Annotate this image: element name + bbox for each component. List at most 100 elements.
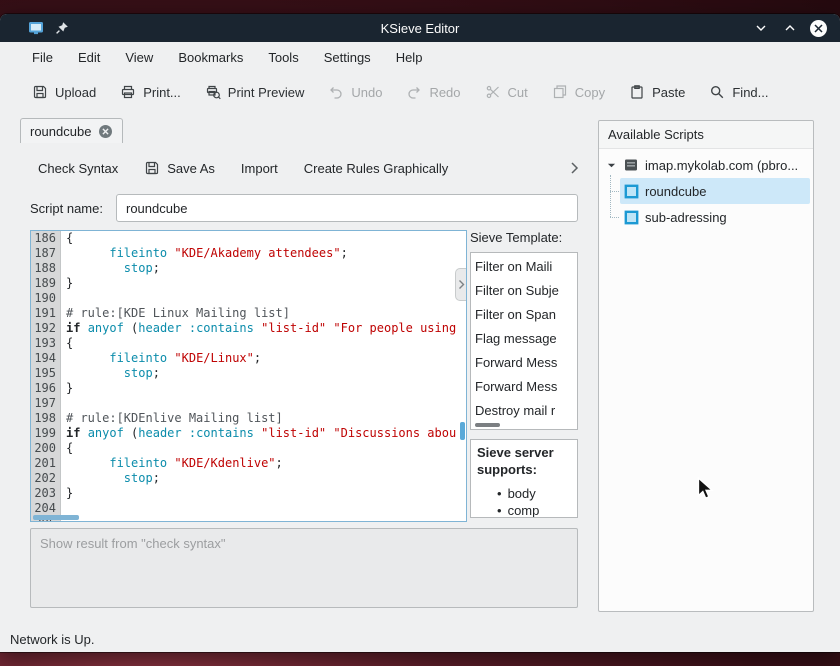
script-label: sub-adressing [645, 210, 727, 225]
floppy-icon [32, 84, 48, 100]
copy-icon [552, 84, 568, 100]
available-scripts-header: Available Scripts [599, 121, 813, 149]
line-number: 203 [31, 486, 56, 501]
toolbar-button-print-preview[interactable]: Print Preview [205, 84, 305, 100]
maximize-button[interactable] [781, 19, 799, 37]
line-number: 190 [31, 291, 56, 306]
editor-gutter[interactable]: 1861871881891901911921931941951961971981… [31, 231, 61, 521]
server-label: imap.mykolab.com (pbro... [645, 158, 798, 173]
line-number: 186 [31, 231, 56, 246]
floppy-icon [144, 160, 160, 176]
toolbar-overflow-chevron-icon[interactable] [569, 160, 580, 176]
supports-item-label: body [508, 486, 536, 501]
scissors-icon [485, 84, 501, 100]
check-syntax-result-area[interactable]: Show result from "check syntax" [30, 528, 578, 608]
minimize-button[interactable] [752, 19, 770, 37]
save-as-button[interactable]: Save As [144, 160, 215, 176]
editor-code[interactable]: { fileinto "KDE/Akademy attendees"; stop… [61, 231, 466, 521]
menu-tools[interactable]: Tools [268, 50, 298, 65]
tree-children: roundcube sub-adressing [599, 178, 813, 230]
toolbar-button-copy: Copy [552, 84, 605, 100]
menubar: File Edit View Bookmarks Tools Settings Help [0, 42, 840, 72]
script-name-row: Script name: [20, 194, 592, 222]
network-status-text: Network is Up. [10, 632, 95, 647]
editor-horizontal-scrollbar[interactable] [33, 515, 79, 520]
toolbar-button-redo: Redo [406, 84, 460, 100]
titlebar[interactable]: KSieve Editor [0, 14, 840, 42]
toolbar-button-find[interactable]: Find... [709, 84, 768, 100]
editor-action-row: Check Syntax Save As Import Create Rules… [20, 154, 592, 182]
line-number: 187 [31, 246, 56, 261]
script-name-input[interactable] [116, 194, 578, 222]
code-line-201: fileinto "KDE/Kdenlive"; [66, 456, 466, 471]
code-line-205 [66, 516, 466, 521]
toolbar-label: Find... [732, 85, 768, 100]
result-placeholder-text: Show result from "check syntax" [40, 536, 568, 551]
check-syntax-label: Check Syntax [38, 161, 118, 176]
redo-icon [406, 84, 422, 100]
menu-help[interactable]: Help [396, 50, 423, 65]
code-line-204 [66, 501, 466, 516]
supports-item-comp: •comp [477, 502, 571, 518]
import-label: Import [241, 161, 278, 176]
script-icon [624, 210, 639, 225]
menu-view[interactable]: View [125, 50, 153, 65]
tree-item-roundcube[interactable]: roundcube [620, 178, 810, 204]
template-item-2[interactable]: Filter on Span [475, 303, 577, 327]
editor-vertical-scrollbar[interactable] [460, 422, 465, 440]
line-number: 197 [31, 396, 56, 411]
check-syntax-button[interactable]: Check Syntax [38, 161, 118, 176]
line-number: 189 [31, 276, 56, 291]
toolbar-button-print[interactable]: Print... [120, 84, 181, 100]
template-list-horizontal-scrollbar[interactable] [475, 423, 500, 427]
tab-close-icon[interactable] [98, 124, 113, 139]
template-item-3[interactable]: Flag message [475, 327, 577, 351]
sieve-template-list[interactable]: Filter on MailiFilter on SubjeFilter on … [470, 252, 578, 430]
template-item-4[interactable]: Forward Mess [475, 351, 577, 375]
code-line-189: } [66, 276, 466, 291]
create-rules-button[interactable]: Create Rules Graphically [304, 161, 449, 176]
template-item-6[interactable]: Destroy mail r [475, 399, 577, 423]
menu-file[interactable]: File [32, 50, 53, 65]
script-label: roundcube [645, 184, 706, 199]
line-number: 199 [31, 426, 56, 441]
save-as-label: Save As [167, 161, 215, 176]
server-supports-box[interactable]: Sieve server supports: •body•comp [470, 439, 578, 518]
tab-roundcube[interactable]: roundcube [20, 118, 123, 143]
code-line-195: stop; [66, 366, 466, 381]
code-line-198: # rule:[KDEnlive Mailing list] [66, 411, 466, 426]
print-preview-icon [205, 84, 221, 100]
line-number: 188 [31, 261, 56, 276]
expander-icon[interactable] [605, 161, 617, 170]
menu-settings[interactable]: Settings [324, 50, 371, 65]
close-button[interactable] [810, 20, 827, 37]
server-supports-title: Sieve server supports: [477, 444, 571, 478]
line-number: 201 [31, 456, 56, 471]
code-line-190 [66, 291, 466, 306]
tree-item-sub-adressing[interactable]: sub-adressing [620, 204, 810, 230]
menu-bookmarks[interactable]: Bookmarks [178, 50, 243, 65]
toolbar-label: Paste [652, 85, 685, 100]
toolbar-button-upload[interactable]: Upload [32, 84, 96, 100]
sieve-template-column: Sieve Template: Filter on MailiFilter on… [470, 230, 578, 518]
tree-item-server[interactable]: imap.mykolab.com (pbro... [599, 152, 813, 178]
scripts-tree: imap.mykolab.com (pbro... roundcube sub-a… [599, 149, 813, 230]
template-item-0[interactable]: Filter on Maili [475, 255, 577, 279]
line-number: 194 [31, 351, 56, 366]
toolbar-button-cut: Cut [485, 84, 528, 100]
toolbar-button-paste[interactable]: Paste [629, 84, 685, 100]
sieve-code-editor[interactable]: 1861871881891901911921931941951961971981… [30, 230, 467, 522]
ksieve-editor-window: KSieve Editor File Edit View Bookmarks Tools… [0, 14, 840, 652]
code-line-187: fileinto "KDE/Akademy attendees"; [66, 246, 466, 261]
menu-edit[interactable]: Edit [78, 50, 100, 65]
code-line-194: fileinto "KDE/Linux"; [66, 351, 466, 366]
code-line-199: if anyof (header :contains "list-id" "Di… [66, 426, 466, 441]
collapse-template-panel-button[interactable] [455, 268, 467, 301]
line-number: 198 [31, 411, 56, 426]
import-button[interactable]: Import [241, 161, 278, 176]
toolbar: UploadPrint...Print PreviewUndoRedoCutCo… [0, 72, 840, 112]
template-item-5[interactable]: Forward Mess [475, 375, 577, 399]
line-number: 192 [31, 321, 56, 336]
supports-item-body: •body [477, 485, 571, 502]
template-item-1[interactable]: Filter on Subje [475, 279, 577, 303]
